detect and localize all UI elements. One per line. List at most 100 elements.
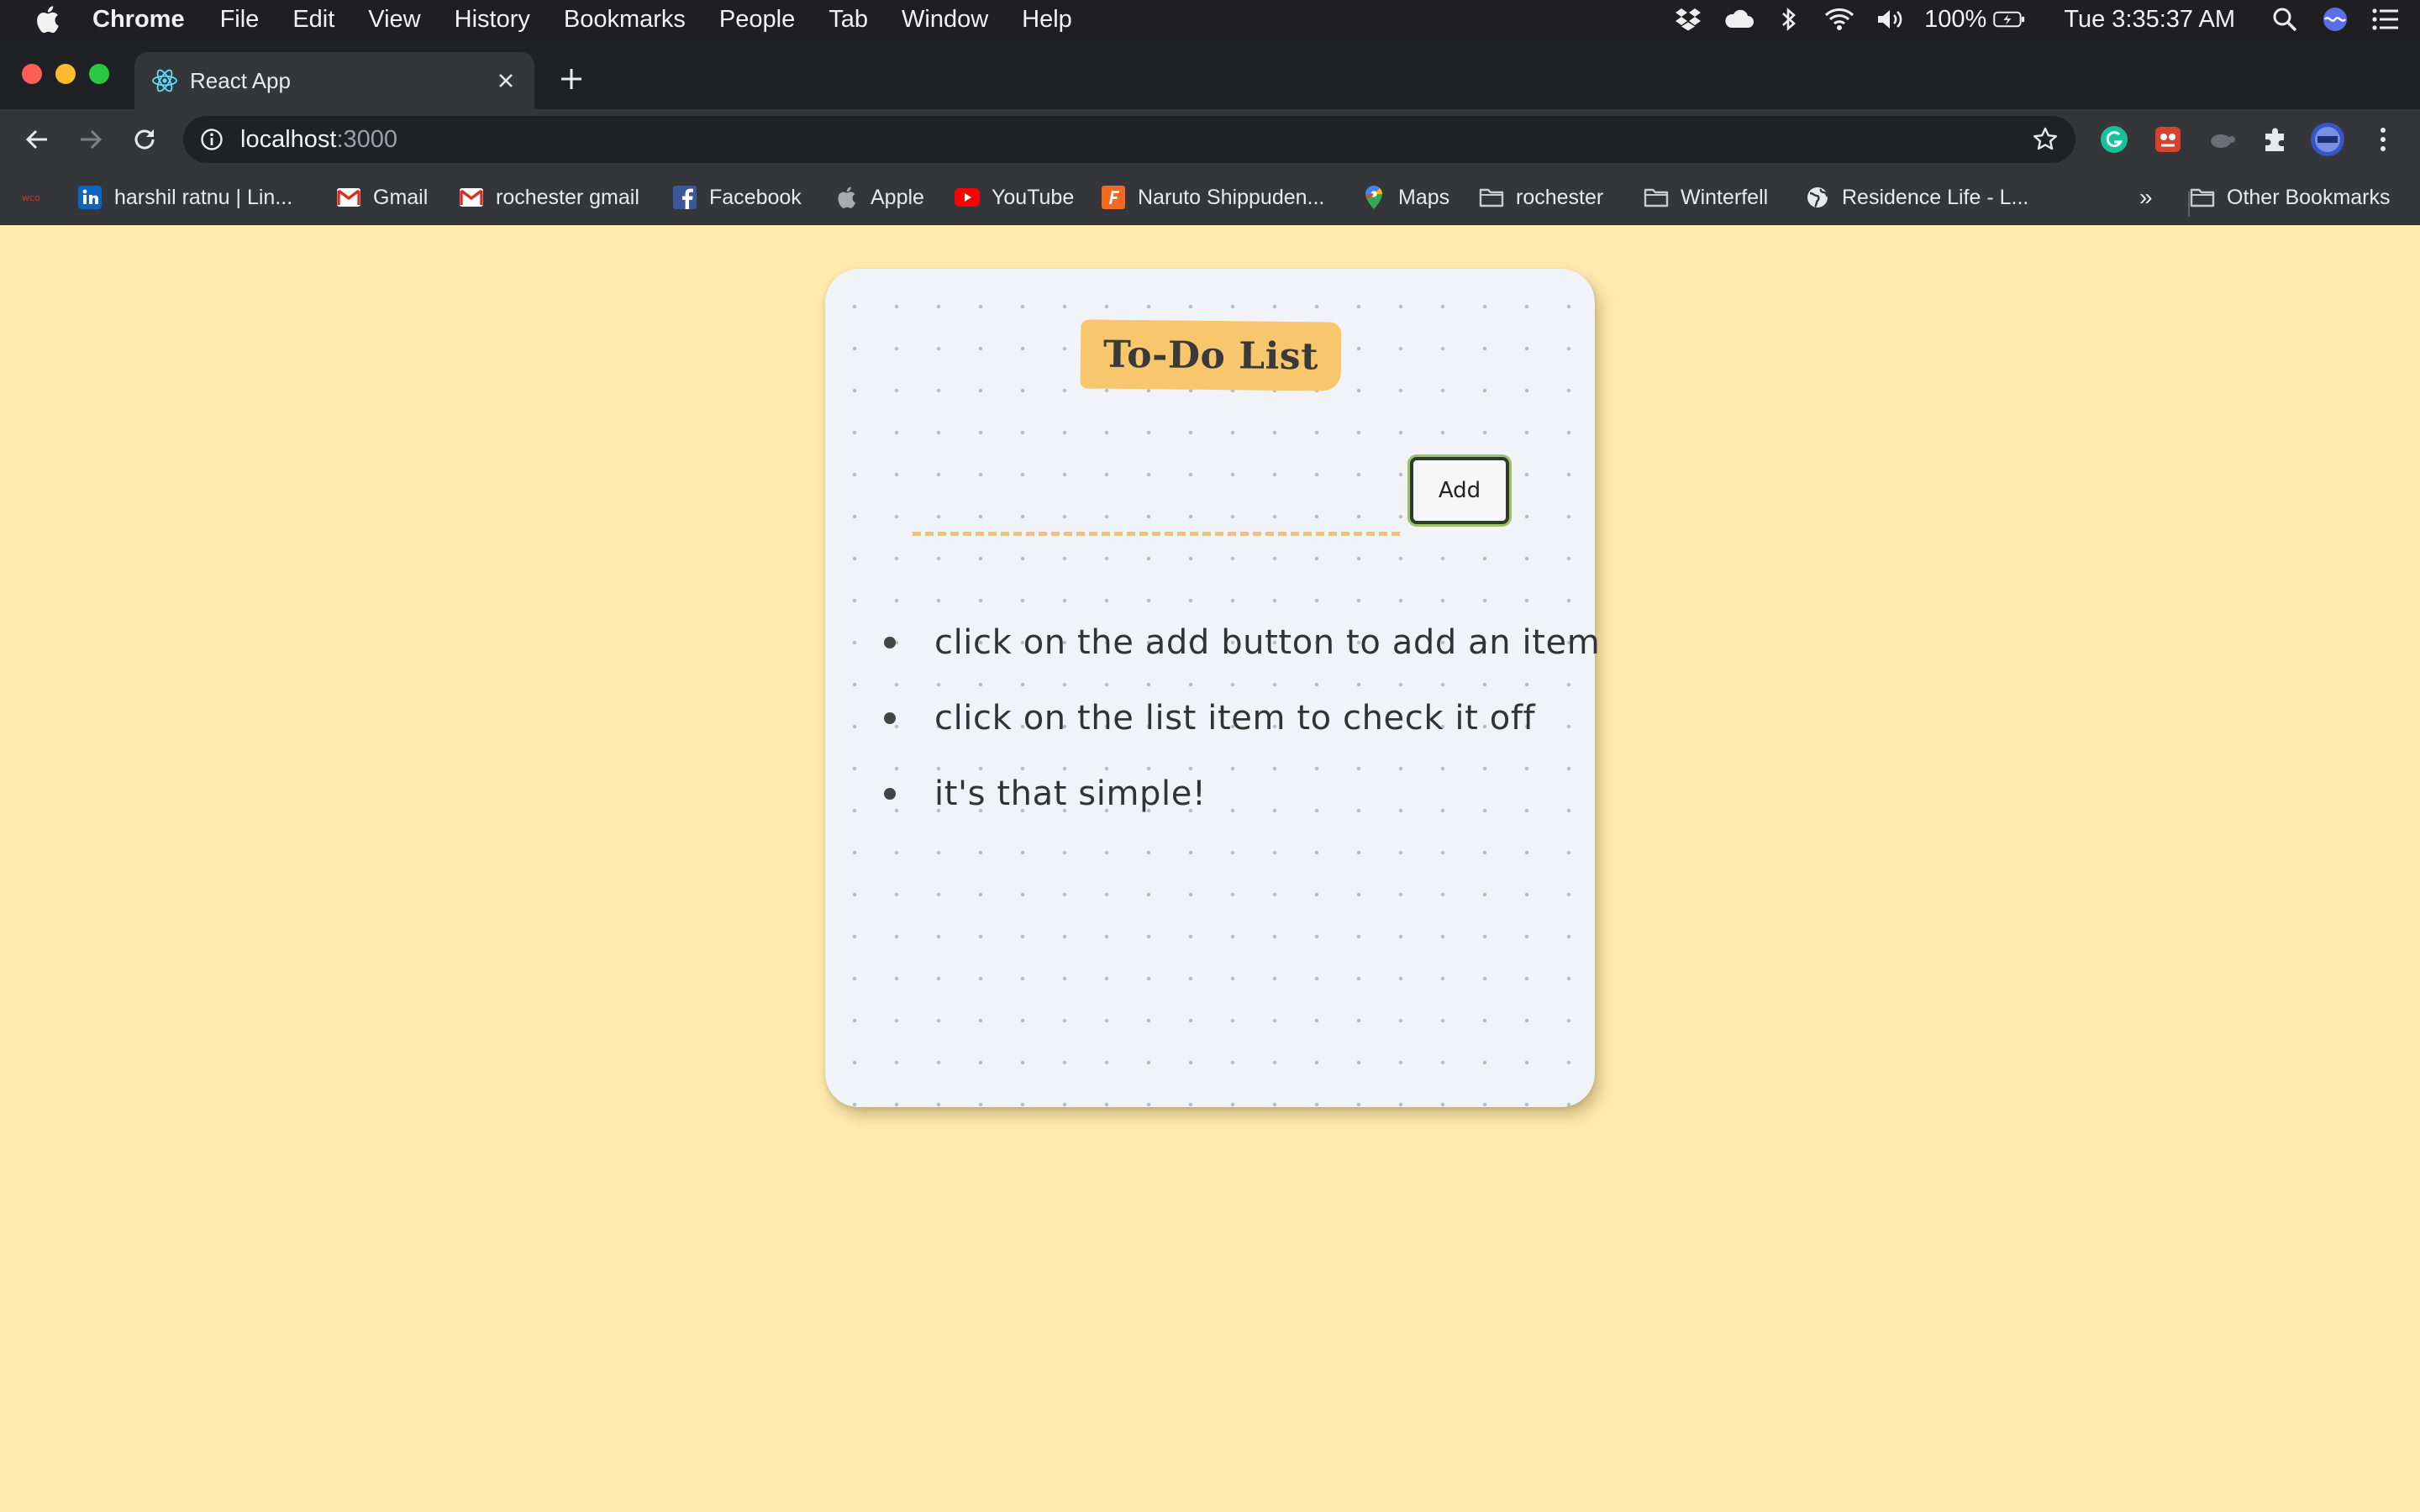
window-zoom-button[interactable] [89,64,109,84]
gmail-icon [336,185,361,210]
battery-icon[interactable] [1993,5,2025,34]
bookmark-label: harshil ratnu | Lin... [114,185,293,209]
bullet-icon [884,637,896,648]
bookmark-other-bookmarks[interactable]: Other Bookmarks [2190,181,2391,213]
globe-icon [1805,185,1830,210]
bluetooth-icon[interactable] [1773,5,1805,34]
status-area: 100% Tue 3:35:37 AM [1672,0,2420,39]
react-logo-icon [151,67,178,94]
bookmark-wco-icon[interactable]: wco [22,181,50,213]
menu-view[interactable]: View [368,6,420,34]
folder-icon [2190,185,2215,210]
tab-close-icon[interactable] [492,67,519,94]
reload-button[interactable] [128,123,161,156]
notification-center-icon[interactable] [2370,5,2402,34]
todo-item-text: it's that simple! [934,774,1207,813]
bookmark-label: Facebook [709,185,802,209]
bookmark-star-icon[interactable] [2030,124,2060,155]
bullet-icon [884,788,896,800]
menu-history[interactable]: History [455,6,530,34]
forward-button[interactable] [74,123,108,156]
facebook-icon [672,185,697,210]
menu-file[interactable]: File [220,6,260,34]
menu-bookmarks[interactable]: Bookmarks [564,6,686,34]
bookmark-label: Winterfell [1681,185,1769,209]
apple-icon [834,185,859,210]
todo-item-text: click on the list item to check it off [934,699,1536,738]
bookmark-youtube[interactable]: YouTube [955,181,1074,213]
volume-icon[interactable] [1874,5,1906,34]
todo-input[interactable] [913,489,1400,536]
red-extension-icon[interactable] [2149,121,2186,158]
bookmark-apple[interactable]: Apple [834,181,924,213]
todo-item[interactable]: click on the list item to check it off [884,680,1600,756]
menu-bar: Chrome File Edit View History Bookmarks … [0,0,2420,39]
url-port: :3000 [336,125,398,153]
svg-text:wco: wco [22,192,40,203]
browser-toolbar: localhost:3000 [0,109,2420,170]
bookmark-facebook[interactable]: Facebook [672,181,802,213]
maps-icon [1361,185,1386,210]
tab-strip: React App [0,39,2420,109]
title-highlight: To-Do List [1080,319,1342,391]
turtle-extension-icon[interactable] [2203,121,2240,158]
linkedin-icon [77,185,103,210]
new-tab-button[interactable] [556,64,587,94]
menu-help[interactable]: Help [1022,6,1072,34]
back-button[interactable] [20,123,54,156]
spotlight-search-icon[interactable] [2269,5,2301,34]
apple-menu-icon[interactable] [32,4,62,34]
bookmark-gmail[interactable]: Gmail [336,181,428,213]
tab-react-app[interactable]: React App [134,52,534,109]
gmail-icon [459,185,484,210]
tab-title: React App [190,67,291,93]
todo-card: To-Do List Add click on the add button t… [825,269,1600,1107]
add-button[interactable]: Add [1410,457,1509,524]
bookmark-label: rochester gmail [496,185,639,209]
bullet-icon [884,712,896,724]
bookmark-folder-winterfell[interactable]: Winterfell [1644,181,1768,213]
profile-avatar[interactable] [2309,121,2346,158]
menu-window[interactable]: Window [902,6,988,34]
icloud-icon[interactable] [1723,5,1754,34]
bookmark-label: YouTube [992,185,1075,209]
extensions-puzzle-icon[interactable] [2257,121,2294,158]
window-close-button[interactable] [22,64,42,84]
bookmarks-bar: wco harshil ratnu | Lin... Gmail rochest… [0,170,2420,225]
grammarly-extension-icon[interactable] [2096,121,2133,158]
bookmark-residence-life[interactable]: Residence Life - L... [1805,181,2028,213]
bookmark-label: Gmail [373,185,429,209]
menu-tab[interactable]: Tab [829,6,868,34]
bookmark-linkedin[interactable]: harshil ratnu | Lin... [77,181,292,213]
bookmark-label: rochester [1516,185,1604,209]
naruto-icon [1101,185,1126,210]
bookmark-label: Naruto Shippuden... [1138,185,1325,209]
battery-percentage: 100% [1924,5,1987,33]
bookmark-folder-rochester[interactable]: rochester [1479,181,1603,213]
bookmark-maps[interactable]: Maps [1361,181,1449,213]
bookmark-label: Residence Life - L... [1842,185,2029,209]
todo-item[interactable]: click on the add button to add an item [884,605,1600,680]
dropbox-icon[interactable] [1672,5,1704,34]
youtube-icon [955,185,980,210]
todo-item-text: click on the add button to add an item [934,623,1601,662]
bookmark-label: Maps [1398,185,1450,209]
clock[interactable]: Tue 3:35:37 AM [2064,6,2235,34]
window-minimize-button[interactable] [55,64,76,84]
bookmark-label: Other Bookmarks [2227,185,2391,209]
url-host: localhost [240,125,337,153]
chrome-menu-icon[interactable] [2365,121,2402,158]
menu-people[interactable]: People [719,6,795,34]
bookmarks-overflow-button[interactable]: » [2139,181,2153,213]
bookmark-label: Apple [871,185,924,209]
menu-app-name[interactable]: Chrome [92,6,185,34]
wifi-icon[interactable] [1823,5,1855,34]
siri-icon[interactable] [2319,5,2351,34]
folder-icon [1479,185,1504,210]
address-bar[interactable]: localhost:3000 [183,116,2075,163]
site-info-icon[interactable] [198,126,225,153]
todo-item[interactable]: it's that simple! [884,756,1600,832]
menu-edit[interactable]: Edit [292,6,334,34]
bookmark-rochester-gmail[interactable]: rochester gmail [459,181,639,213]
bookmark-naruto[interactable]: Naruto Shippuden... [1101,181,1324,213]
